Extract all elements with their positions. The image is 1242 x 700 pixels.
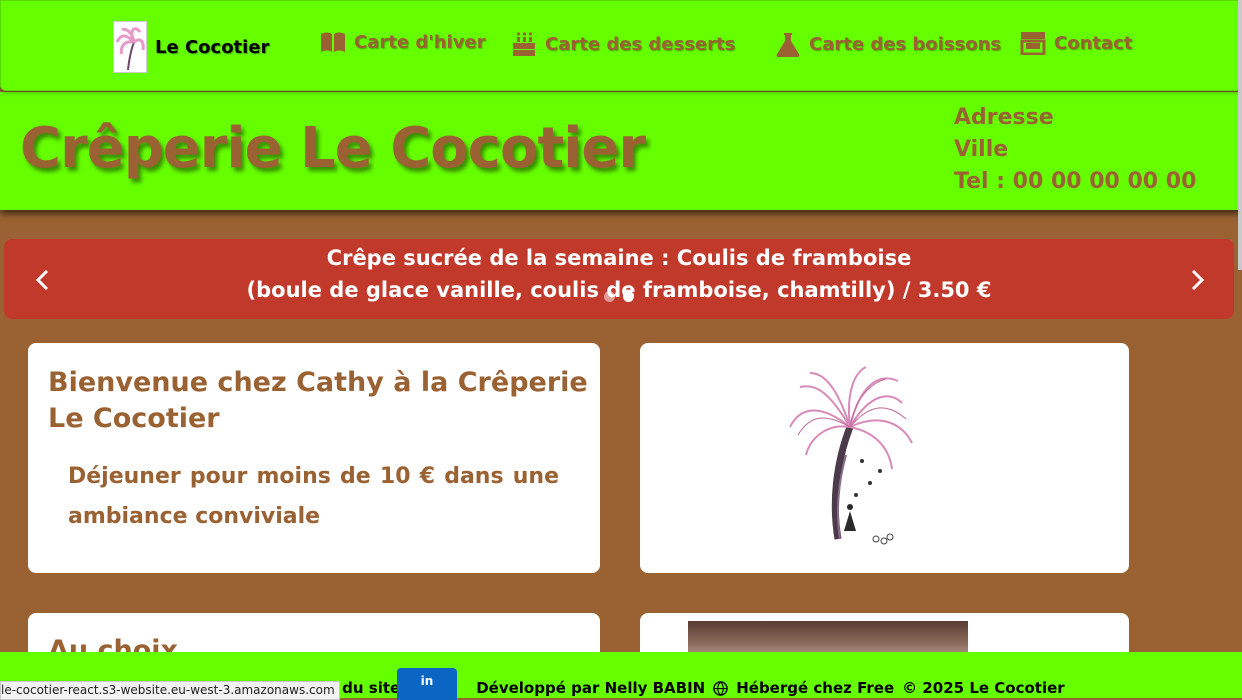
welcome-text: Déjeuner pour moins de 10 € dans une amb… [68, 464, 559, 529]
nav-label: Carte des desserts [545, 33, 736, 55]
nav-carte-boissons[interactable]: Carte des boissons [775, 31, 1001, 57]
carousel-indicator-active[interactable] [623, 291, 634, 302]
illustration-card [640, 343, 1129, 573]
hosted-text: Hébergé chez Free [736, 679, 895, 697]
palm-tree-illustration [789, 366, 913, 545]
carousel-next-button[interactable] [1182, 265, 1212, 295]
nav-contact[interactable]: Contact [1020, 31, 1132, 55]
brand-name: Le Cocotier [155, 36, 270, 58]
navbar: Le Cocotier Carte d'hiver Carte des dess… [0, 0, 1242, 91]
globe-icon [713, 680, 728, 696]
status-bar-url: le-cocotier-react.s3-website.eu-west-3.a… [0, 681, 340, 700]
chevron-right-icon [1191, 269, 1205, 291]
page-title: Crêperie Le Cocotier [20, 116, 646, 181]
store-icon [1020, 31, 1046, 55]
phone-text: Tel : 00 00 00 00 00 [954, 169, 1197, 194]
nav-label: Carte des boissons [809, 33, 1002, 55]
carousel-line-1: Crêpe sucrée de la semaine : Coulis de f… [326, 246, 912, 270]
flask-icon [775, 31, 801, 57]
contact-info: Adresse Ville Tel : 00 00 00 00 00 [954, 102, 1196, 198]
welcome-title: Bienvenue chez Cathy à la Crêperie Le Co… [48, 367, 588, 434]
nav-label: Contact [1054, 32, 1133, 54]
cake-icon [511, 31, 537, 57]
carousel-indicator[interactable] [604, 291, 615, 302]
promo-carousel: Crêpe sucrée de la semaine : Coulis de f… [4, 239, 1234, 319]
nav-label: Carte d'hiver [354, 31, 486, 53]
brand-link[interactable]: Le Cocotier [113, 21, 269, 73]
copyright-text: © 2025 Le Cocotier [902, 679, 1065, 697]
nav-carte-hiver[interactable]: Carte d'hiver [320, 31, 486, 53]
chevron-left-icon [35, 269, 49, 291]
city-text: Ville [954, 137, 1009, 162]
linkedin-icon: in [420, 674, 434, 688]
site-header: Crêperie Le Cocotier Adresse Ville Tel :… [0, 92, 1242, 210]
carousel-prev-button[interactable] [28, 265, 58, 295]
address-text: Adresse [954, 105, 1054, 130]
carousel-indicators [604, 291, 634, 302]
nav-carte-desserts[interactable]: Carte des desserts [511, 31, 735, 57]
linkedin-button[interactable]: in [397, 668, 457, 700]
scrollbar[interactable] [1238, 0, 1242, 270]
book-icon [320, 31, 346, 53]
developer-text: Développé par Nelly BABIN [476, 679, 706, 697]
welcome-card: Bienvenue chez Cathy à la Crêperie Le Co… [28, 343, 600, 573]
palm-tree-logo [113, 21, 147, 73]
